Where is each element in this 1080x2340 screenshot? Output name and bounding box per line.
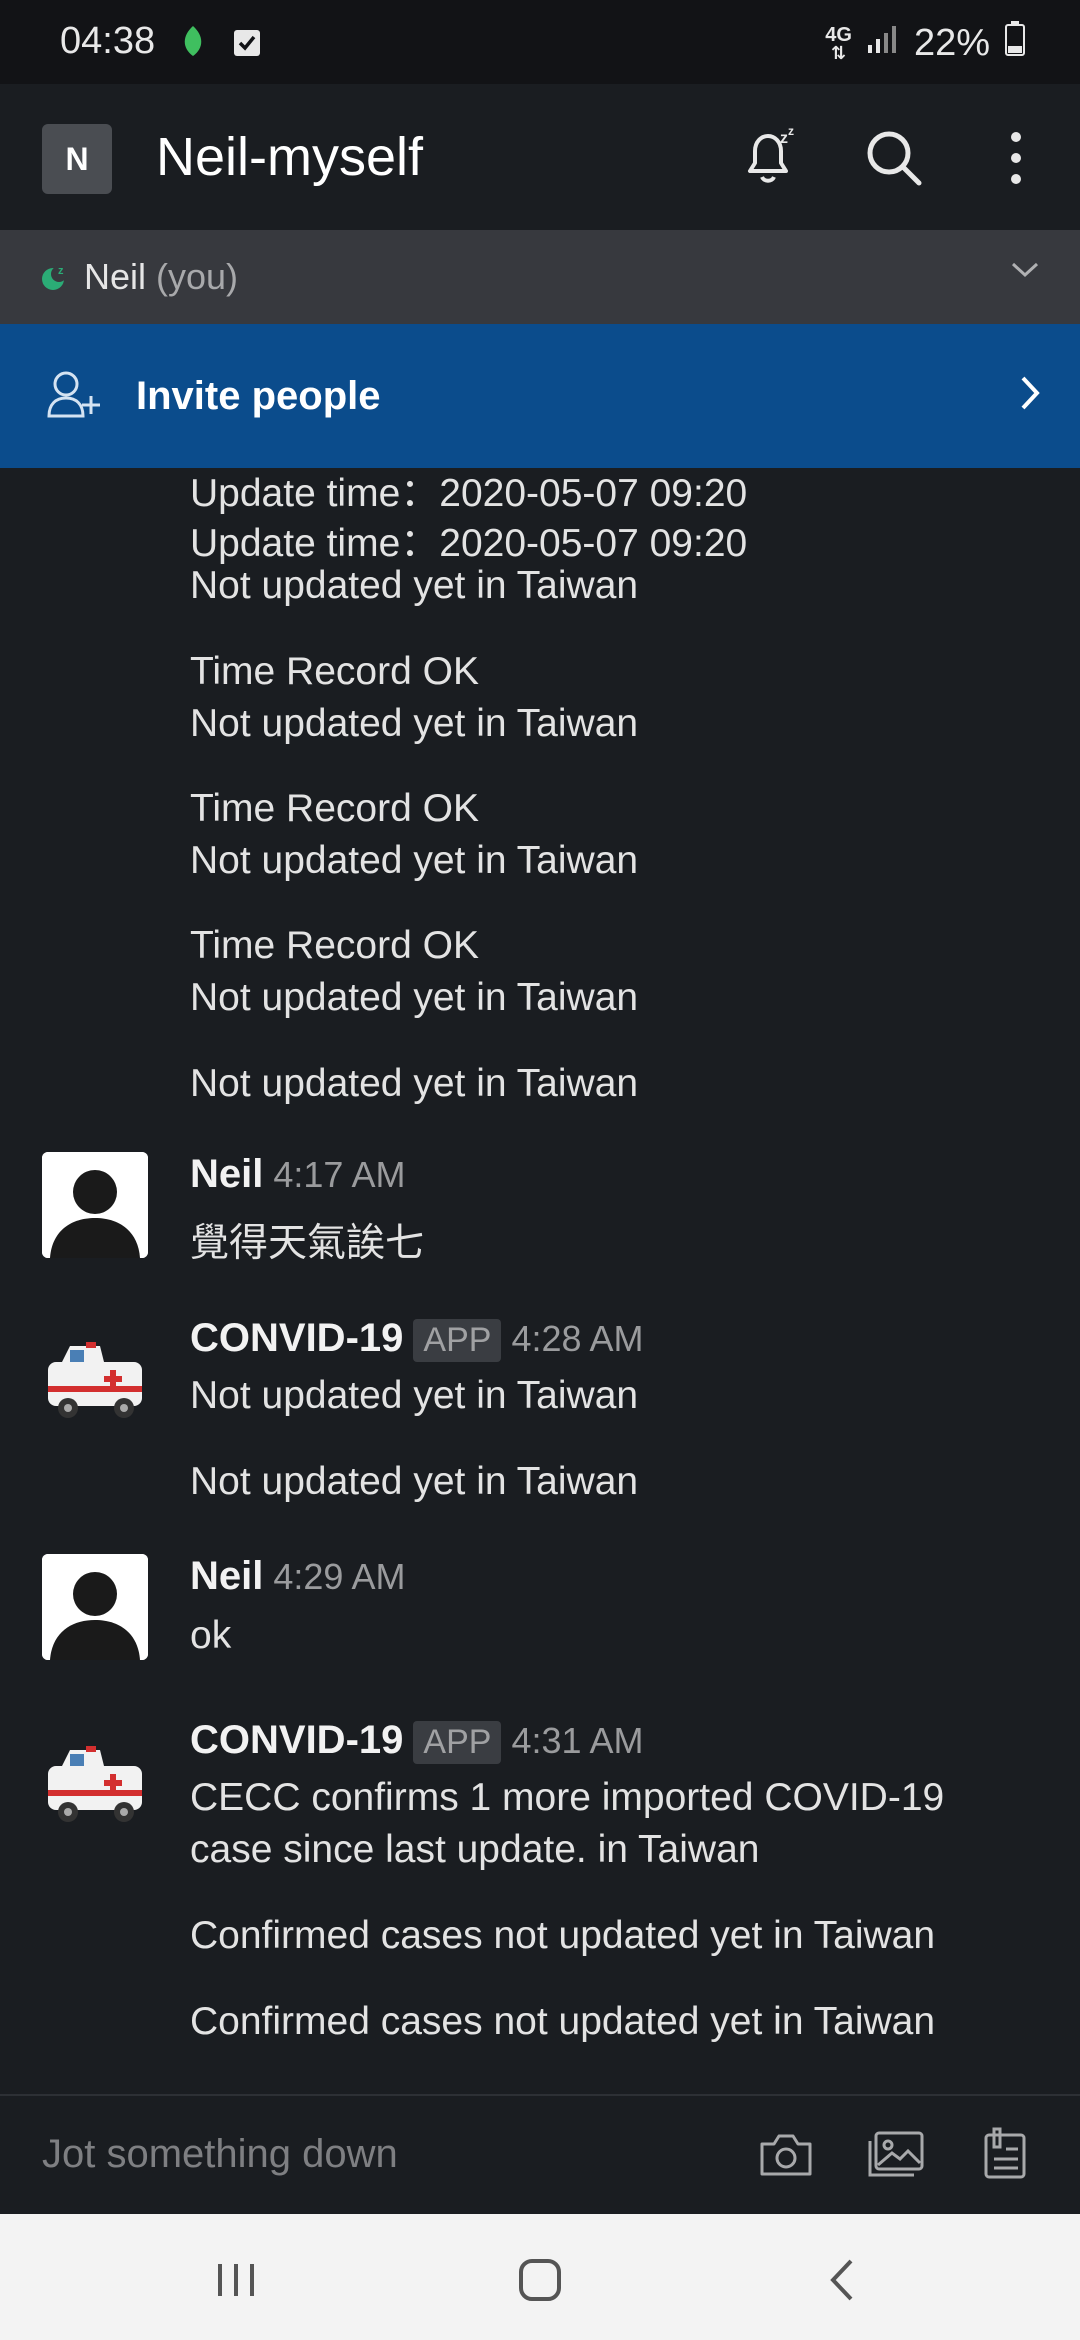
message-text: ok bbox=[190, 1614, 232, 1657]
sender-name[interactable]: CONVID-19 bbox=[190, 1718, 403, 1763]
message-text: CECC confirms 1 more imported COVID-19 bbox=[190, 1776, 945, 1819]
message-line: Time Record OK bbox=[190, 650, 479, 693]
battery-percent: 22% bbox=[913, 21, 990, 64]
channel-header: N Neil-myself zz bbox=[0, 84, 1080, 230]
svg-text:z: z bbox=[788, 125, 794, 138]
invite-people-label: Invite people bbox=[136, 373, 381, 418]
snooze-bell-icon[interactable]: zz bbox=[730, 120, 806, 196]
message-header: Neil 4:29 AM bbox=[190, 1554, 405, 1599]
message-text: 覺得天氣誒七 bbox=[190, 1222, 425, 1265]
away-status-icon: z bbox=[40, 262, 70, 292]
message-header: Neil 4:17 AM bbox=[190, 1152, 405, 1197]
message-text: Confirmed cases not updated yet in Taiwa… bbox=[190, 1914, 936, 1957]
message-line: Time Record OK bbox=[190, 787, 479, 830]
invite-people-banner[interactable]: Invite people bbox=[0, 324, 1080, 468]
sender-name[interactable]: Neil bbox=[190, 1152, 263, 1197]
leaf-app-icon bbox=[178, 24, 208, 68]
ambulance-icon[interactable] bbox=[40, 1332, 148, 1428]
search-icon[interactable] bbox=[856, 120, 932, 196]
svg-text:z: z bbox=[780, 130, 788, 147]
message-line: Not updated yet in Taiwan bbox=[190, 702, 639, 745]
checkbox-notification-icon bbox=[232, 25, 262, 68]
status-time: 04:38 bbox=[60, 20, 156, 62]
svg-text:z: z bbox=[58, 265, 64, 277]
gallery-icon[interactable] bbox=[864, 2122, 928, 2186]
sender-name[interactable]: Neil bbox=[190, 1554, 263, 1599]
avatar[interactable] bbox=[42, 1554, 148, 1660]
message-time: 4:28 AM bbox=[511, 1318, 644, 1359]
add-person-icon bbox=[46, 368, 102, 425]
recent-apps-icon[interactable] bbox=[206, 2250, 266, 2310]
message-list[interactable]: Update time：2020-05-07 09:20 Update time… bbox=[0, 468, 1080, 2094]
you-label: (you) bbox=[156, 256, 239, 297]
system-nav-bar bbox=[0, 2214, 1080, 2340]
network-type: 4G ⇅ bbox=[825, 24, 852, 63]
back-icon[interactable] bbox=[812, 2250, 872, 2310]
channel-title[interactable]: Neil-myself bbox=[156, 126, 423, 188]
app-badge: APP bbox=[413, 1721, 502, 1764]
message-time: 4:31 AM bbox=[511, 1720, 644, 1761]
message-input[interactable]: Jot something down bbox=[42, 2132, 398, 2177]
message-time: 4:17 AM bbox=[273, 1154, 406, 1195]
avatar[interactable] bbox=[42, 1152, 148, 1258]
data-arrows-icon: ⇅ bbox=[831, 43, 847, 63]
workspace-badge[interactable]: N bbox=[42, 124, 112, 194]
sender-name[interactable]: CONVID-19 bbox=[190, 1316, 403, 1361]
message-text: Not updated yet in Taiwan bbox=[190, 1460, 639, 1503]
message-header: CONVID-19 APP 4:28 AM bbox=[190, 1316, 644, 1362]
camera-icon[interactable] bbox=[754, 2122, 818, 2186]
user-name: Neil bbox=[84, 256, 147, 297]
message-time: 4:29 AM bbox=[273, 1556, 406, 1597]
clipboard-icon[interactable] bbox=[972, 2122, 1036, 2186]
message-header: CONVID-19 APP 4:31 AM bbox=[190, 1718, 644, 1764]
message-line: Update time：2020-05-07 09:20 bbox=[190, 522, 748, 565]
user-status-bar[interactable]: z Neil (you) bbox=[0, 230, 1080, 324]
message-line: Not updated yet in Taiwan bbox=[190, 839, 639, 882]
message-composer[interactable]: Jot something down bbox=[0, 2094, 1080, 2214]
home-icon[interactable] bbox=[510, 2250, 570, 2310]
message-text: Not updated yet in Taiwan bbox=[190, 1374, 639, 1417]
chevron-down-icon[interactable] bbox=[1010, 260, 1040, 285]
app-badge: APP bbox=[413, 1319, 502, 1362]
battery-icon bbox=[1004, 20, 1026, 66]
message-line: Not updated yet in Taiwan bbox=[190, 976, 639, 1019]
message-line: Time Record OK bbox=[190, 924, 479, 967]
signal-icon bbox=[866, 22, 900, 65]
chevron-right-icon bbox=[1018, 374, 1042, 417]
message-text: Confirmed cases not updated yet in Taiwa… bbox=[190, 2000, 936, 2043]
message-line: Not updated yet in Taiwan bbox=[190, 564, 639, 607]
message-text: case since last update. in Taiwan bbox=[190, 1828, 760, 1871]
status-bar: 04:38 4G ⇅ 22% bbox=[0, 0, 1080, 84]
ambulance-icon[interactable] bbox=[40, 1736, 148, 1832]
more-vert-icon[interactable] bbox=[978, 120, 1054, 196]
message-line: Update time：2020-05-07 09:20 bbox=[190, 472, 748, 515]
message-line: Not updated yet in Taiwan bbox=[190, 1062, 639, 1105]
